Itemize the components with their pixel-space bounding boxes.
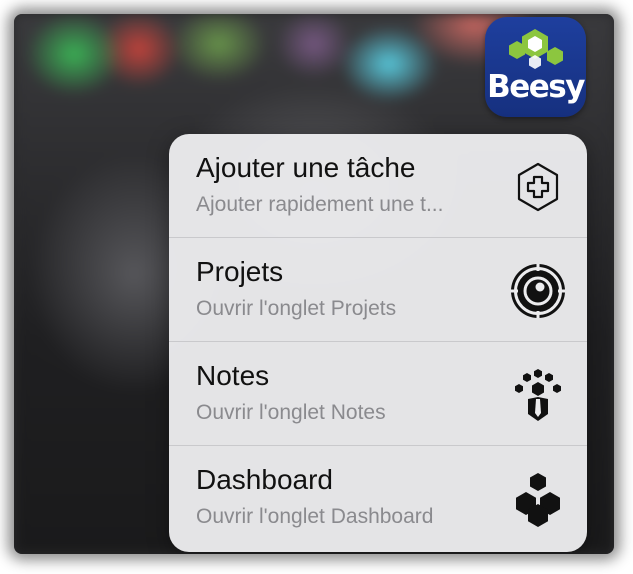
beesy-app-icon[interactable]: Beesy (485, 17, 586, 117)
menu-item-subtitle: Ouvrir l'onglet Notes (196, 401, 386, 424)
menu-item-title: Ajouter une tâche (196, 152, 416, 183)
hexagons-dashboard-icon (509, 470, 567, 528)
menu-item-dashboard[interactable]: Dashboard Ouvrir l'onglet Dashboard (169, 446, 587, 552)
menu-item-title: Projets (196, 256, 284, 287)
menu-item-notes[interactable]: Notes Ouvrir l'onglet Notes (169, 342, 587, 446)
meeting-notes-icon (509, 366, 567, 424)
menu-item-subtitle: Ajouter rapidement une t... (196, 193, 444, 216)
menu-item-projects[interactable]: Projets Ouvrir l'onglet Projets (169, 238, 587, 342)
menu-item-title: Notes (196, 360, 270, 391)
quick-actions-menu: Ajouter une tâche Ajouter rapidement une… (169, 134, 587, 552)
target-icon (509, 262, 567, 320)
screen-frame: Beesy Ajouter une tâche Ajouter rapideme… (14, 14, 614, 554)
app-name-label: Beesy (487, 69, 585, 105)
menu-item-subtitle: Ouvrir l'onglet Dashboard (196, 505, 434, 528)
menu-item-subtitle: Ouvrir l'onglet Projets (196, 297, 397, 320)
add-hexagon-icon (509, 158, 567, 216)
menu-item-title: Dashboard (196, 464, 333, 495)
menu-item-add-task[interactable]: Ajouter une tâche Ajouter rapidement une… (169, 134, 587, 238)
